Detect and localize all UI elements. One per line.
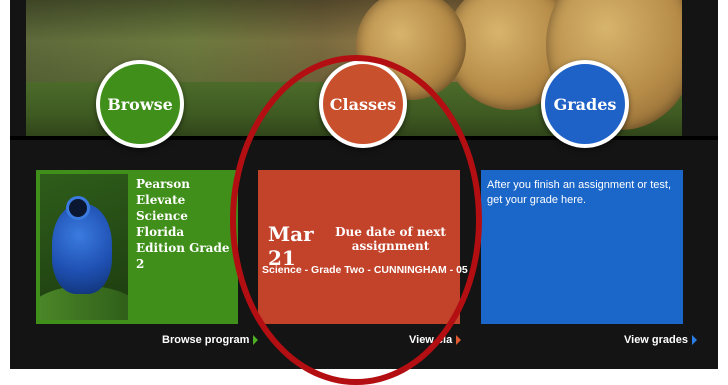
browse-label: Browse [107, 94, 173, 114]
arrow-right-icon [692, 335, 697, 345]
grades-label: Grades [553, 94, 617, 114]
browse-program-label: Browse program [162, 334, 250, 346]
class-card[interactable]: Mar 21 Due date of next assignment Scien… [258, 170, 468, 324]
program-thumbnail [40, 174, 128, 320]
due-date-label: Due date of next assignment [335, 225, 446, 253]
classes-label: Classes [329, 94, 397, 114]
view-class-link[interactable]: View cla [409, 334, 462, 346]
browse-button[interactable]: Browse [96, 60, 184, 148]
grades-button[interactable]: Grades [541, 60, 629, 148]
grades-message: After you finish an assignment or test, … [487, 179, 672, 206]
view-class-label: View cla [409, 334, 453, 346]
arrow-right-icon [253, 335, 259, 345]
browse-program-link[interactable]: Browse program [162, 334, 259, 346]
due-date-row: Mar 21 Due date of next assignment [268, 222, 454, 270]
view-grades-label: View grades [624, 334, 688, 346]
program-title: Pearson Elevate Science Florida Edition … [136, 177, 230, 271]
class-name: Science - Grade Two - CUNNINGHAM - 05 [262, 264, 468, 276]
program-card[interactable]: Pearson Elevate Science Florida Edition … [36, 170, 238, 324]
frog-eye [66, 196, 90, 220]
arrow-right-icon [456, 335, 462, 345]
grades-card[interactable]: After you finish an assignment or test, … [481, 170, 683, 324]
due-date: Mar 21 [268, 222, 314, 270]
classes-button[interactable]: Classes [319, 60, 407, 148]
view-grades-link[interactable]: View grades [624, 334, 697, 346]
